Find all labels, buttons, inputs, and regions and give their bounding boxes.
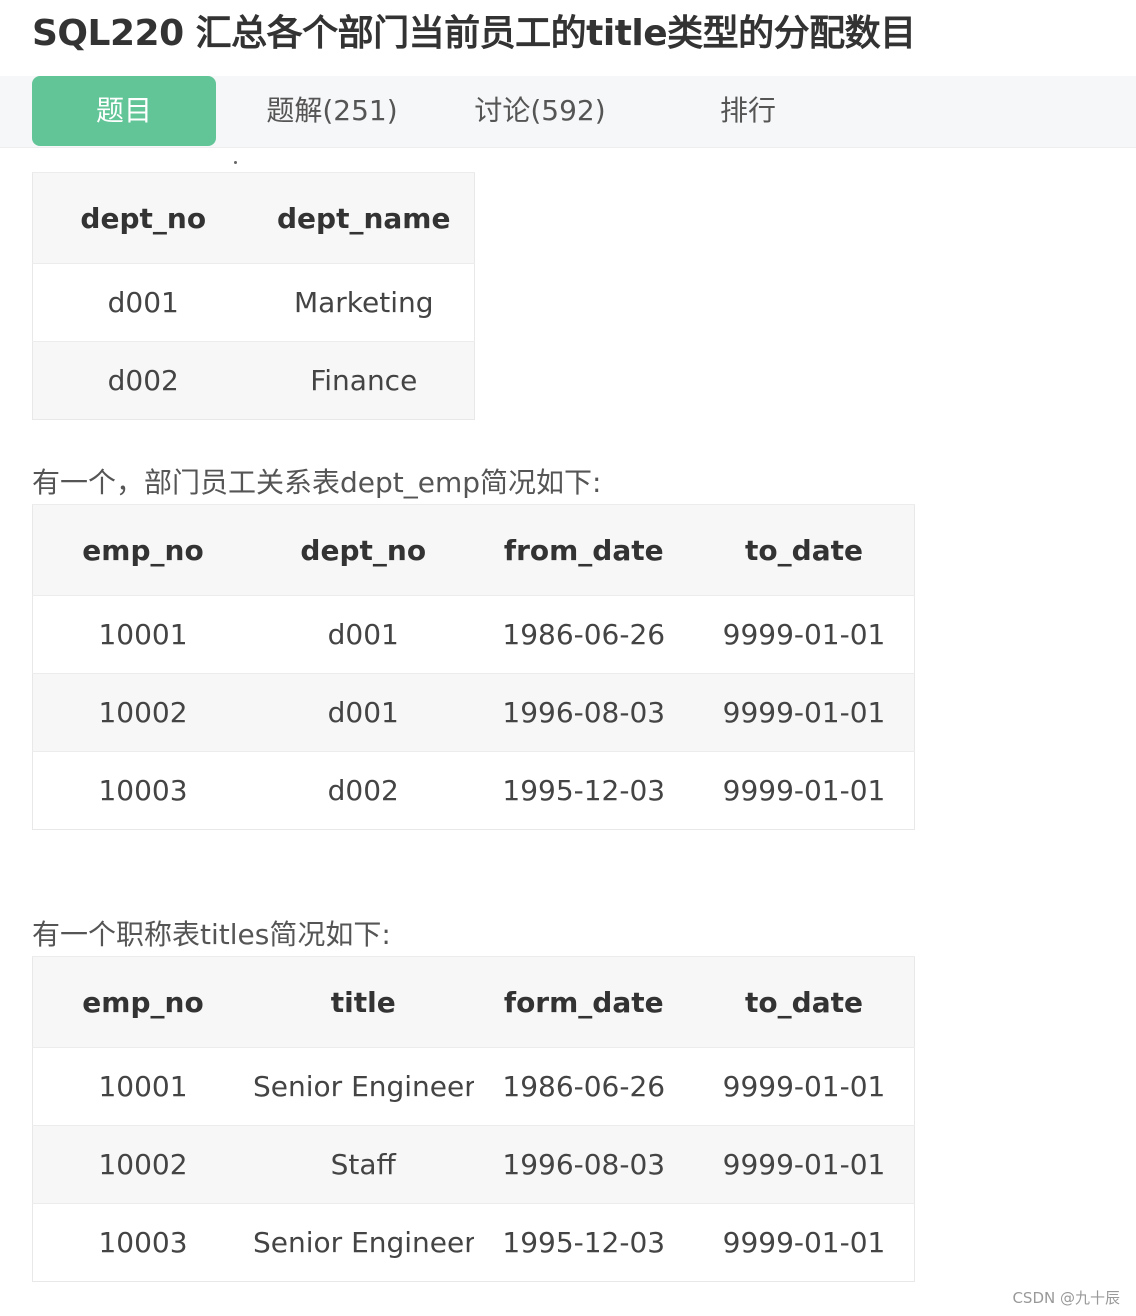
table-cell: Staff	[253, 1125, 474, 1204]
table-cell: 9999-01-01	[694, 595, 915, 674]
tab-ranking[interactable]: 排行	[656, 76, 840, 146]
tab-solutions[interactable]: 题解(251)	[240, 76, 424, 146]
dept-emp-intro: 有一个，部门员工关系表dept_emp简况如下:	[32, 466, 602, 499]
table-row: 10002 d001 1996-08-03 9999-01-01	[32, 673, 915, 752]
tab-discussion[interactable]: 讨论(592)	[448, 76, 632, 146]
tab-bar: 题目 题解(251) 讨论(592) 排行	[0, 76, 1136, 148]
table-cell: 1996-08-03	[473, 1125, 694, 1204]
table-cell: 1996-08-03	[473, 673, 694, 752]
table-cell: 9999-01-01	[694, 673, 915, 752]
table-row: 10001 d001 1986-06-26 9999-01-01	[32, 595, 915, 674]
table-header-cell: to_date	[694, 956, 915, 1048]
page-title: SQL220 汇总各个部门当前员工的title类型的分配数目	[32, 13, 916, 54]
table-row: d001 Marketing	[32, 263, 475, 342]
table-header-cell: dept_name	[253, 172, 475, 264]
table-cell: d002	[253, 751, 474, 830]
table-cell: 9999-01-01	[694, 751, 915, 830]
table-row: 10001 Senior Engineer 1986-06-26 9999-01…	[32, 1047, 915, 1126]
dept-emp-table: emp_no dept_no from_date to_date 10001 d…	[32, 504, 915, 830]
table-cell: 10001	[32, 1047, 253, 1126]
table-cell: Marketing	[253, 263, 475, 342]
table-cell: 1986-06-26	[473, 595, 694, 674]
titles-table: emp_no title form_date to_date 10001 Sen…	[32, 956, 915, 1282]
table-header-row: emp_no dept_no from_date to_date	[32, 504, 915, 596]
table-row: 10003 Senior Engineer 1995-12-03 9999-01…	[32, 1203, 915, 1282]
table-cell: d001	[253, 673, 474, 752]
table-cell: 10002	[32, 1125, 253, 1204]
table-cell: 10001	[32, 595, 253, 674]
titles-intro: 有一个职称表titles简况如下:	[32, 918, 391, 951]
table-cell: 1986-06-26	[473, 1047, 694, 1126]
table-header-cell: emp_no	[32, 504, 253, 596]
departments-table: dept_no dept_name d001 Marketing d002 Fi…	[32, 172, 475, 420]
table-row: 10003 d002 1995-12-03 9999-01-01	[32, 751, 915, 830]
table-header-cell: emp_no	[32, 956, 253, 1048]
table-header-cell: dept_no	[32, 172, 254, 264]
table-cell: 1995-12-03	[473, 751, 694, 830]
stray-dot	[234, 161, 237, 164]
table-cell: Senior Engineer	[253, 1203, 474, 1282]
table-header-cell: dept_no	[253, 504, 474, 596]
table-cell: 10002	[32, 673, 253, 752]
table-header-cell: title	[253, 956, 474, 1048]
table-row: d002 Finance	[32, 341, 475, 420]
table-cell: 10003	[32, 1203, 253, 1282]
table-cell: d001	[32, 263, 254, 342]
table-cell: d001	[253, 595, 474, 674]
table-header-row: dept_no dept_name	[32, 172, 475, 264]
watermark: CSDN @九十辰	[1012, 1289, 1120, 1307]
table-cell: Finance	[253, 341, 475, 420]
table-header-cell: to_date	[694, 504, 915, 596]
table-cell: d002	[32, 341, 254, 420]
table-cell: 10003	[32, 751, 253, 830]
table-cell: 9999-01-01	[694, 1047, 915, 1126]
table-cell: Senior Engineer	[253, 1047, 474, 1126]
table-cell: 1995-12-03	[473, 1203, 694, 1282]
table-cell: 9999-01-01	[694, 1203, 915, 1282]
table-header-row: emp_no title form_date to_date	[32, 956, 915, 1048]
table-header-cell: from_date	[473, 504, 694, 596]
table-header-cell: form_date	[473, 956, 694, 1048]
tab-problem[interactable]: 题目	[32, 76, 216, 146]
table-cell: 9999-01-01	[694, 1125, 915, 1204]
table-row: 10002 Staff 1996-08-03 9999-01-01	[32, 1125, 915, 1204]
